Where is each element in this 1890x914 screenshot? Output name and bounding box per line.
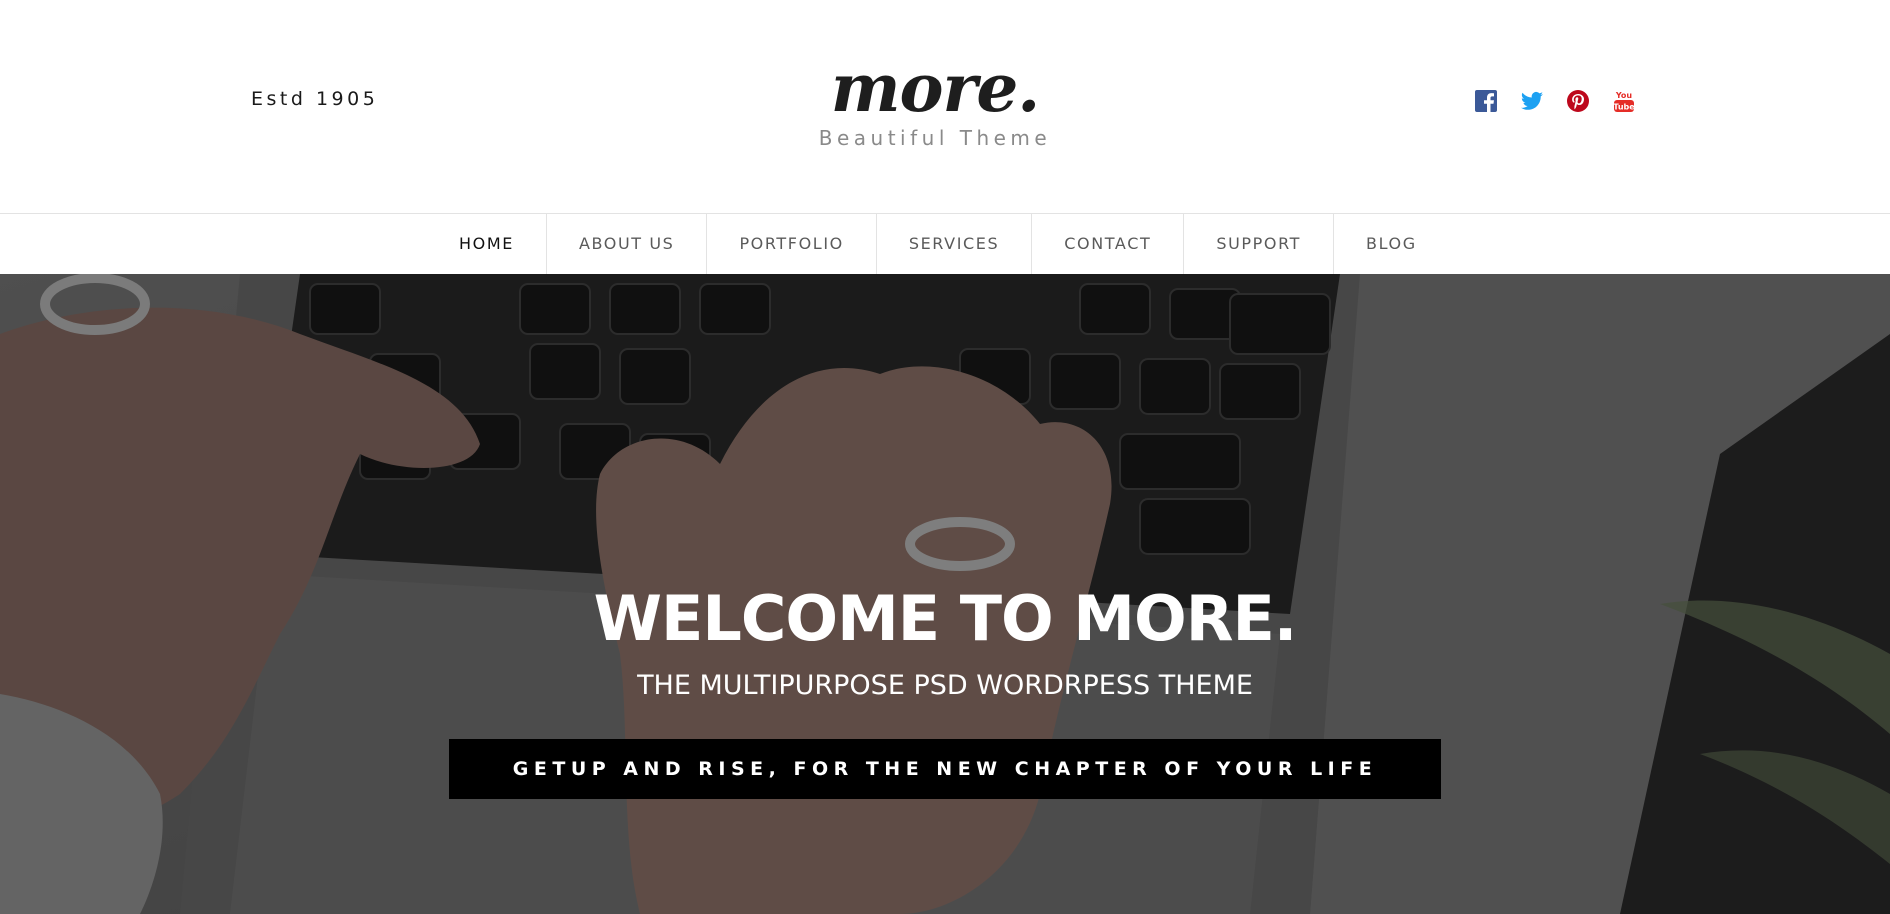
svg-text:You: You (1615, 91, 1633, 100)
pinterest-icon[interactable] (1566, 89, 1590, 113)
established-text: Estd 1905 (251, 88, 379, 110)
hero-cta-banner[interactable]: GETUP AND RISE, FOR THE NEW CHAPTER OF Y… (449, 739, 1441, 799)
site-logo[interactable]: more. Beautiful Theme (800, 48, 1070, 158)
nav-item-portfolio[interactable]: PORTFOLIO (707, 214, 877, 274)
social-links: You Tube (1474, 89, 1636, 113)
nav-item-about-us[interactable]: ABOUT US (547, 214, 708, 274)
logo-tagline: Beautiful Theme (818, 126, 1052, 150)
twitter-icon[interactable] (1520, 89, 1544, 113)
svg-text:Tube: Tube (1613, 103, 1635, 112)
hero-subtitle: THE MULTIPURPOSE PSD WORDRPESS THEME (637, 670, 1253, 701)
main-navigation: HOME ABOUT US PORTFOLIO SERVICES CONTACT… (0, 213, 1890, 274)
nav-item-services[interactable]: SERVICES (877, 214, 1033, 274)
nav-item-support[interactable]: SUPPORT (1184, 214, 1335, 274)
facebook-icon[interactable] (1474, 89, 1498, 113)
nav-item-home[interactable]: HOME (427, 214, 547, 274)
nav-menu: HOME ABOUT US PORTFOLIO SERVICES CONTACT… (427, 214, 1449, 274)
logo-wordmark: more. (830, 49, 1041, 127)
youtube-icon[interactable]: You Tube (1612, 89, 1636, 113)
hero-title: WELCOME TO MORE. (593, 582, 1298, 655)
site-header: Estd 1905 more. Beautiful Theme You Tube (0, 0, 1890, 213)
nav-item-blog[interactable]: BLOG (1334, 214, 1449, 274)
nav-item-contact[interactable]: CONTACT (1032, 214, 1185, 274)
hero-section: WELCOME TO MORE. THE MULTIPURPOSE PSD WO… (0, 274, 1890, 914)
